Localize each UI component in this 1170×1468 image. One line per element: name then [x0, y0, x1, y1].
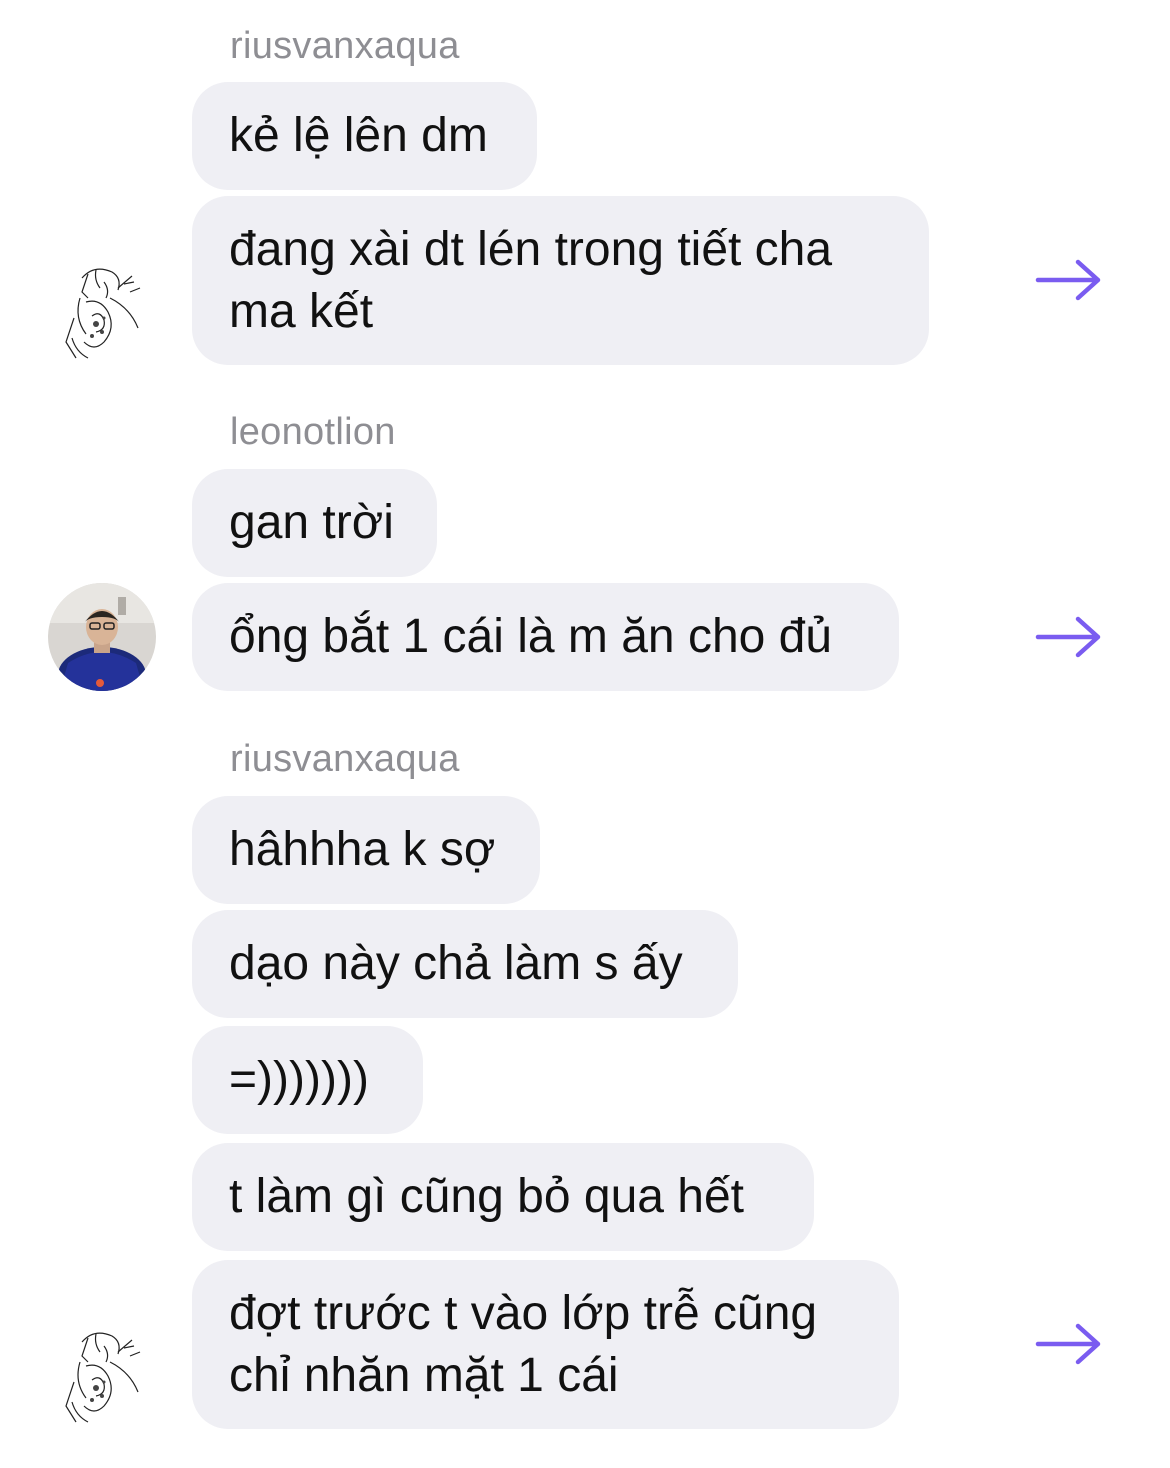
forward-button[interactable]: [1034, 613, 1106, 661]
sender-name: riusvanxaqua: [230, 25, 460, 67]
message-text: hâhhha k sợ: [229, 823, 496, 876]
forward-arrow-icon: [1035, 259, 1101, 301]
message-bubble[interactable]: kẻ lệ lên dm: [192, 82, 537, 190]
message-text: đợt trước t vào lớp trễ cũng chỉ nhăn mặ…: [229, 1286, 818, 1402]
message-bubble[interactable]: gan trời: [192, 469, 437, 577]
message-bubble[interactable]: đang xài dt lén trong tiết cha ma kết: [192, 196, 929, 365]
photo-avatar: [48, 583, 156, 691]
message-text: đang xài dt lén trong tiết cha ma kết: [229, 222, 833, 338]
forward-button[interactable]: [1034, 256, 1106, 304]
message-text: t làm gì cũng bỏ qua hết: [229, 1170, 745, 1223]
avatar[interactable]: [52, 258, 152, 368]
forward-arrow-icon: [1035, 616, 1101, 658]
message-bubble[interactable]: t làm gì cũng bỏ qua hết: [192, 1143, 814, 1251]
message-text: kẻ lệ lên dm: [229, 109, 488, 162]
message-text: =))))))): [229, 1053, 369, 1106]
message-bubble[interactable]: đợt trước t vào lớp trễ cũng chỉ nhăn mặ…: [192, 1260, 899, 1429]
forward-arrow-icon: [1035, 1323, 1101, 1365]
message-bubble[interactable]: dạo này chả làm s ấy: [192, 910, 738, 1018]
message-bubble[interactable]: =))))))): [192, 1026, 423, 1134]
message-text: ổng bắt 1 cái là m ăn cho đủ: [229, 610, 833, 663]
sender-name: leonotlion: [230, 411, 396, 453]
sketch-illustration-avatar: [65, 1332, 141, 1423]
avatar[interactable]: [52, 1322, 152, 1432]
message-text: dạo này chả làm s ấy: [229, 937, 683, 990]
message-text: gan trời: [229, 496, 394, 549]
forward-button[interactable]: [1034, 1320, 1106, 1368]
sketch-illustration-avatar: [65, 268, 141, 359]
message-bubble[interactable]: ổng bắt 1 cái là m ăn cho đủ: [192, 583, 899, 691]
sender-name: riusvanxaqua: [230, 738, 460, 780]
message-bubble[interactable]: hâhhha k sợ: [192, 796, 540, 904]
avatar[interactable]: [48, 583, 156, 691]
